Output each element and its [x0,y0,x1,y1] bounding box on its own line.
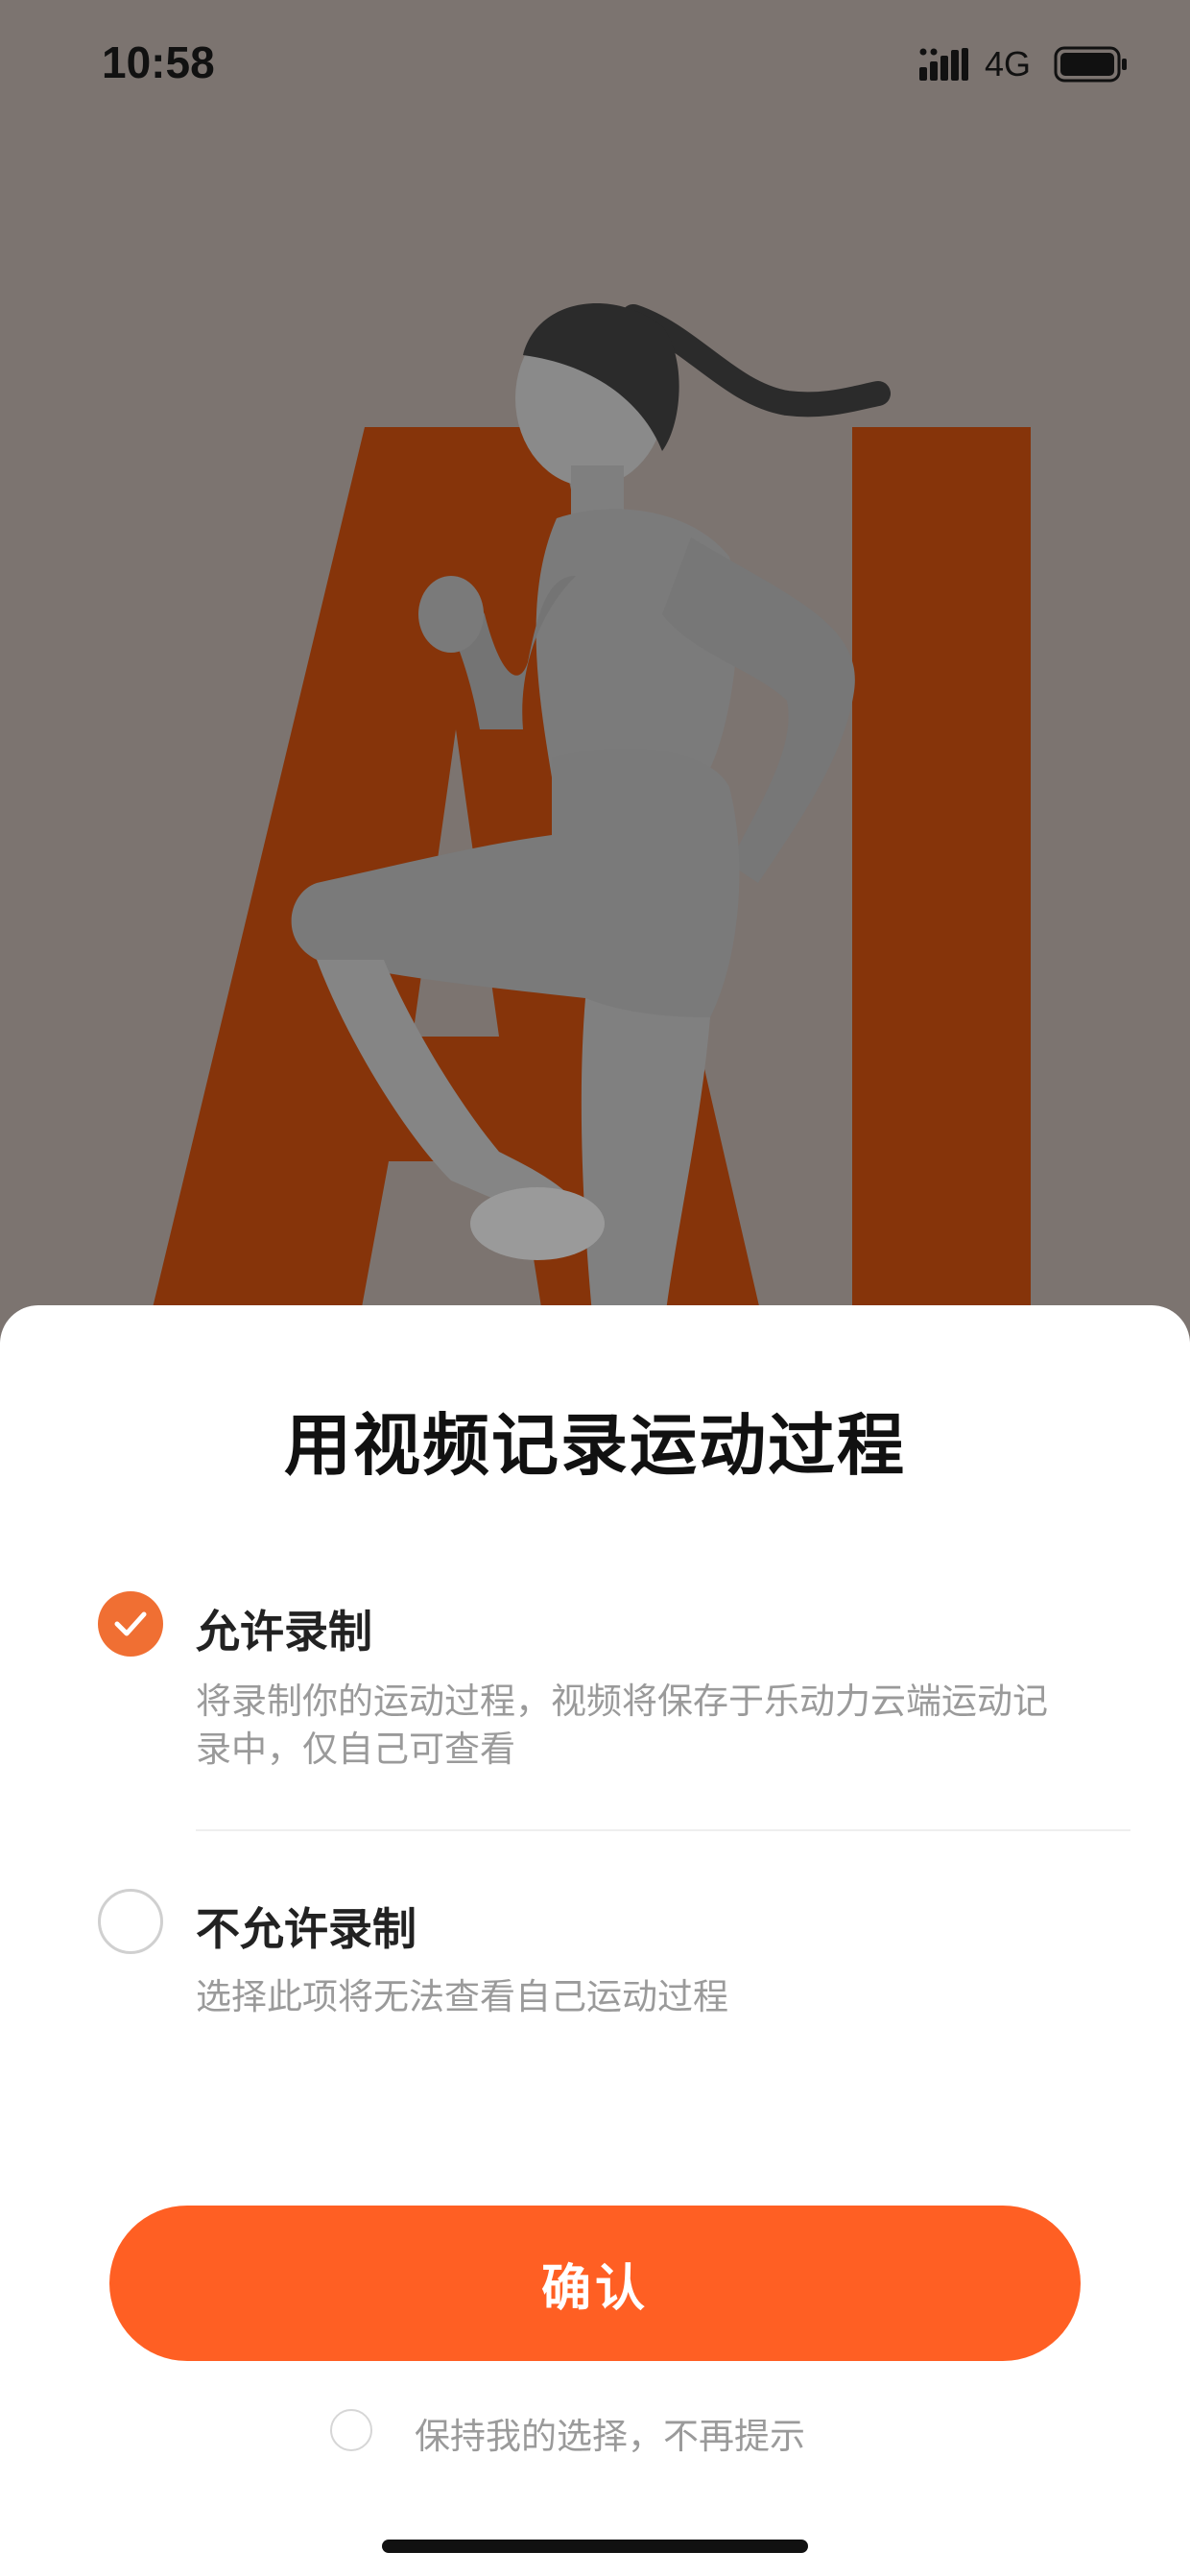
remember-choice-checkbox[interactable] [330,2409,372,2451]
home-indicator [382,2540,808,2553]
confirm-button[interactable]: 确认 [109,2206,1081,2361]
option-divider [196,1829,1130,1831]
option-allow-label: 允许录制 [196,1606,372,1658]
option-allow-radio-checked[interactable] [98,1591,163,1657]
hero-image [0,0,1190,1344]
battery-icon [1054,46,1127,83]
option-disallow-label: 不允许录制 [196,1903,416,1955]
status-time: 10:58 [102,37,215,87]
sheet-title: 用视频记录运动过程 [284,1406,906,1485]
option-allow-recording[interactable]: 允许录制 将录制你的运动过程，视频将保存于乐动力云端运动记 录中，仅自己可查看 [0,1591,1190,1783]
signal-icon [919,48,968,81]
option-allow-description-line1: 将录制你的运动过程，视频将保存于乐动力云端运动记 [196,1681,1048,1722]
option-disallow-recording[interactable]: 不允许录制 选择此项将无法查看自己运动过程 [0,1889,1190,2023]
remember-choice[interactable]: 保持我的选择，不再提示 [0,2407,1190,2457]
network-type: 4G [985,44,1032,83]
option-allow-description-line2: 录中，仅自己可查看 [196,1729,515,1770]
check-icon [114,1611,147,1636]
option-allow-description: 将录制你的运动过程，视频将保存于乐动力云端运动记 录中，仅自己可查看 [196,1678,1117,1774]
option-disallow-description: 选择此项将无法查看自己运动过程 [196,1976,728,2017]
status-bar: 10:58 4G [0,0,1190,134]
remember-choice-label: 保持我的选择，不再提示 [415,2416,805,2457]
option-disallow-radio[interactable] [98,1889,163,1954]
